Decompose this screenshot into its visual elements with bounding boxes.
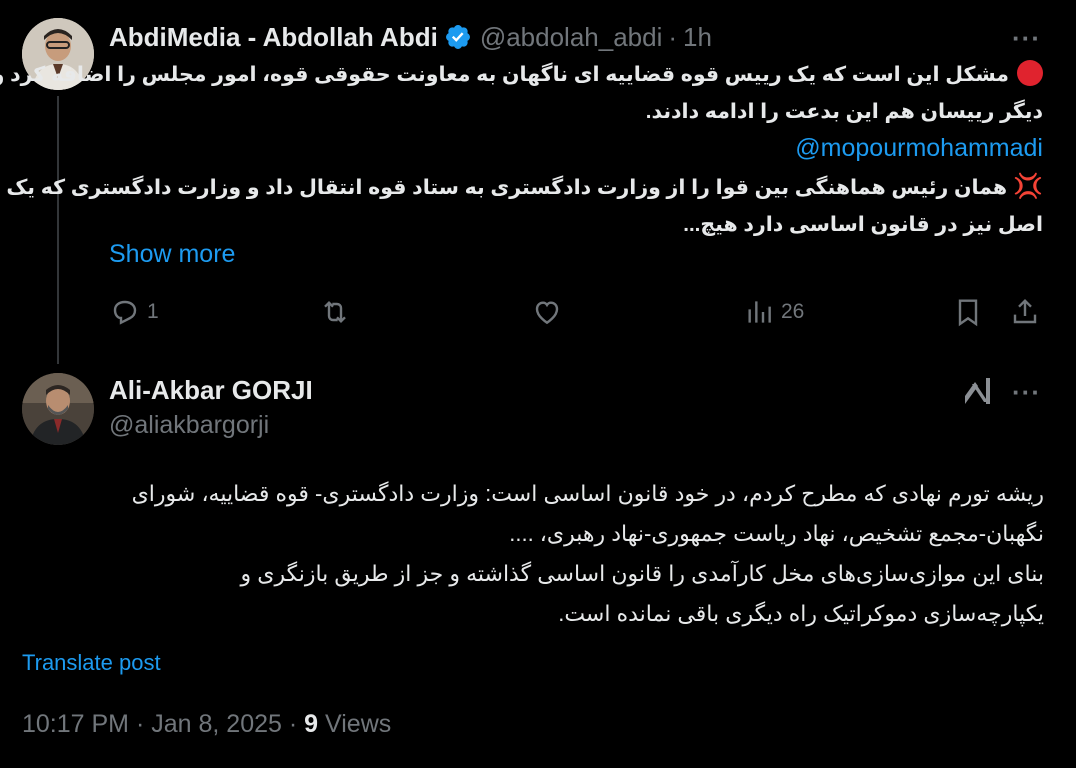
views-label: Views [325,710,392,738]
tweet2-text: ریشه تورم نهادی که مطرح کردم، در خود قان… [22,474,1044,634]
reply-icon [113,300,137,325]
repost-button[interactable] [319,296,351,328]
reply-button[interactable]: 1 [109,296,159,328]
red-circle-emoji-icon [1017,60,1043,86]
author-handle[interactable]: @aliakbargorji [109,411,269,440]
views-button[interactable]: 26 [743,296,804,328]
tweet-text-line: همان رئیس هماهنگی بین قوا را از وزارت دا… [6,176,1008,199]
show-more-link[interactable]: Show more [109,240,235,269]
tweet1-action-bar: 1 26 [109,296,1043,336]
anger-emoji-icon: 💢 [1013,173,1043,200]
tweet-text-line: یکپارچه‌سازی دموکراتیک راه دیگری باقی نم… [558,601,1044,626]
tweet1-text: مشکل این است که یک رییس قوه قضاییه ای نا… [0,56,1043,243]
tweet-text-line: دیگر رییسان هم این بدعت را ادامه دادند. [645,100,1043,123]
post-date[interactable]: Jan 8, 2025 [151,710,282,738]
author-handle[interactable]: @abdolah_abdi [480,22,663,53]
separator-dot: · [135,710,145,738]
separator-dot: · [288,710,298,738]
more-options-icon[interactable]: ··· [1012,25,1041,51]
bookmark-icon [958,299,978,327]
tweet1-header: AbdiMedia - Abdollah Abdi @abdolah_abdi … [109,20,1049,54]
repost-icon [324,300,346,324]
tweet-text-line: ریشه تورم نهادی که مطرح کردم، در خود قان… [131,481,1044,506]
bookmark-button[interactable] [952,296,984,328]
tweet-text-line: مشکل این است که یک رییس قوه قضاییه ای نا… [0,63,1009,86]
post-time[interactable]: 10:17 PM [22,710,129,738]
reply-count: 1 [147,300,159,323]
grok-icon[interactable] [962,374,994,408]
share-icon [1013,298,1037,324]
tweet-text-line: نگهبان-مجمع تشخیص، نهاد ریاست جمهوری-نها… [509,521,1044,546]
author-display-name[interactable]: AbdiMedia - Abdollah Abdi [109,22,438,53]
tweet-detail-page: AbdiMedia - Abdollah Abdi @abdolah_abdi … [0,0,1076,768]
views-count: 9 [304,710,319,738]
thread-connector-line [57,96,59,364]
like-button[interactable] [531,296,563,328]
mention-link[interactable]: @mopourmohammadi [795,134,1043,162]
share-button[interactable] [1009,296,1041,328]
tweet-text-line: اصل نیز در قانون اساسی دارد هیچ... [683,213,1043,236]
avatar[interactable] [22,373,94,445]
more-options-icon[interactable]: ··· [1012,379,1041,405]
tweet-timestamp[interactable]: 1h [683,22,712,53]
translate-post-link[interactable]: Translate post [22,650,161,676]
author-display-name[interactable]: Ali-Akbar GORJI [109,375,313,406]
views-count: 26 [781,300,805,323]
heart-icon [535,301,559,325]
analytics-icon [748,301,771,323]
tweet-meta: 10:17 PM · Jan 8, 2025 · 9 Views [22,710,391,739]
separator-dot: · [668,21,678,52]
tweet-text-line: بنای این موازی‌سازی‌های مخل کارآمدی را ق… [240,561,1044,586]
verified-badge-icon [445,25,470,49]
